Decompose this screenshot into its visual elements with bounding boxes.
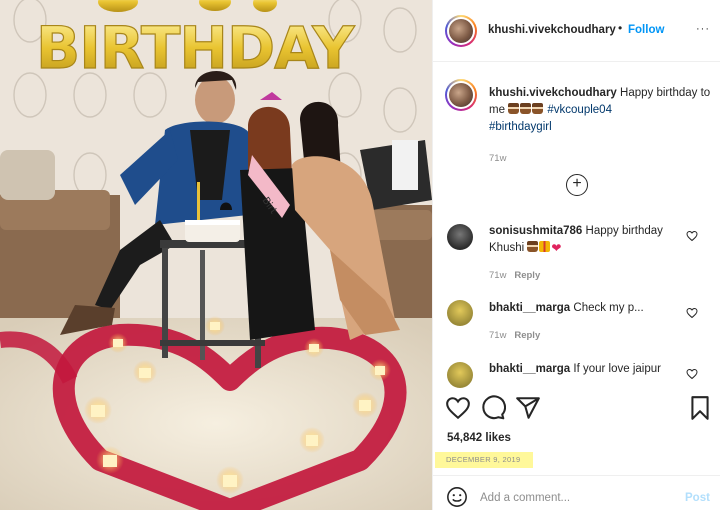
gift-icon <box>539 241 551 252</box>
reply-button[interactable]: Reply <box>514 330 540 341</box>
emoji-smiley-icon[interactable] <box>446 486 468 508</box>
birthday-balloon-banner: BIRTHDAY <box>36 14 355 82</box>
caption-timestamp: 71w <box>489 153 507 164</box>
more-options-icon[interactable]: ··· <box>696 23 710 35</box>
comment-username[interactable]: sonisushmita786 <box>489 225 582 237</box>
comment-item: bhakti__marga Check my p... 71w Reply <box>489 300 699 344</box>
commenter-avatar[interactable] <box>447 362 473 388</box>
separator-dot: • <box>618 21 623 35</box>
hashtag-link[interactable]: #birthdaygirl <box>489 121 552 133</box>
birthday-cake-icon <box>532 103 544 114</box>
photo-illustration: BIRTHDAY Birt <box>0 0 432 510</box>
like-comment-heart-icon[interactable] <box>686 307 698 319</box>
reply-button[interactable]: Reply <box>514 270 540 281</box>
load-more-comments-icon[interactable]: + <box>566 174 588 196</box>
share-paper-plane-icon[interactable] <box>515 395 541 421</box>
post-action-bar <box>433 395 720 425</box>
post-side-panel: khushi.vivekchoudhary • Follow ··· khush… <box>432 0 720 510</box>
birthday-cake-icon <box>527 241 539 252</box>
post-photo[interactable]: BIRTHDAY Birt <box>0 0 432 510</box>
commenter-avatar[interactable] <box>447 224 473 250</box>
birthday-cake-icon <box>508 103 520 114</box>
birthday-cake-icon <box>520 103 532 114</box>
post-caption: khushi.vivekchoudhary Happy birthday to … <box>489 85 711 167</box>
post-comment-button[interactable]: Post <box>685 492 710 504</box>
add-comment-bar: Add a comment... Post <box>433 475 720 510</box>
follow-button[interactable]: Follow <box>628 24 664 36</box>
commenter-avatar[interactable] <box>447 300 473 326</box>
comment-item: bhakti__marga If your love jaipur <box>489 361 699 378</box>
comment-text: If your love jaipur <box>573 363 661 375</box>
red-heart-icon: ❤ <box>551 241 562 255</box>
comment-timestamp: 71w <box>489 330 507 341</box>
like-count[interactable]: 54,842 likes <box>447 432 511 444</box>
caption-username[interactable]: khushi.vivekchoudhary <box>489 87 617 99</box>
save-bookmark-icon[interactable] <box>687 395 713 421</box>
header-username[interactable]: khushi.vivekchoudhary <box>488 24 616 36</box>
hashtag-link[interactable]: #vkcouple04 <box>547 104 612 116</box>
avatar[interactable] <box>445 15 477 47</box>
like-heart-icon[interactable] <box>445 395 471 421</box>
comment-text: Check my p... <box>573 302 644 314</box>
comment-item: sonisushmita786 Happy birthday Khushi ❤ … <box>489 223 699 284</box>
comment-username[interactable]: bhakti__marga <box>489 363 570 375</box>
like-comment-heart-icon[interactable] <box>686 230 698 242</box>
add-comment-input[interactable]: Add a comment... <box>480 492 570 504</box>
post-date: DECEMBER 9, 2019 <box>435 452 533 468</box>
caption-avatar[interactable] <box>445 79 477 111</box>
like-comment-heart-icon[interactable] <box>686 368 698 380</box>
comment-username[interactable]: bhakti__marga <box>489 302 570 314</box>
comment-bubble-icon[interactable] <box>480 395 506 421</box>
post-header: khushi.vivekchoudhary • Follow ··· <box>433 0 720 62</box>
comment-timestamp: 71w <box>489 270 507 281</box>
